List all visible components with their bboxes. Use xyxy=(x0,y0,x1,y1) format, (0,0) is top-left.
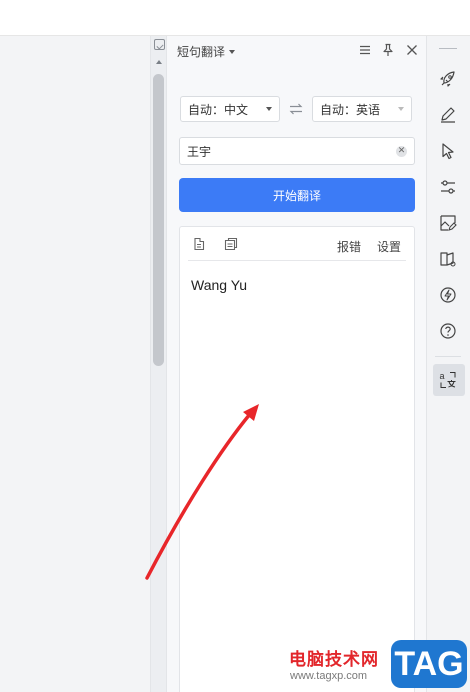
panel-title: 短句翻译 xyxy=(177,45,226,59)
panel-title-dropdown[interactable]: 短句翻译 xyxy=(177,43,236,60)
document-area[interactable] xyxy=(0,36,150,692)
insert-icon[interactable] xyxy=(192,237,206,251)
start-translate-button[interactable]: 开始翻译 xyxy=(179,178,415,212)
top-toolbar xyxy=(0,0,470,36)
target-language-select[interactable]: 自动：英语 xyxy=(312,96,412,122)
result-toolbar: 报错 设置 xyxy=(180,227,414,261)
translate-icon[interactable]: a xyxy=(438,370,458,390)
settings-link[interactable]: 设置 xyxy=(377,238,401,255)
watermark-url: www.tagxp.com xyxy=(290,670,368,682)
chevron-down-icon xyxy=(229,49,236,54)
sidebar-separator xyxy=(435,356,461,357)
translation-result: Wang Yu xyxy=(191,277,248,293)
scroll-up-arrow-icon[interactable] xyxy=(156,60,162,64)
sliders-icon[interactable] xyxy=(438,177,458,197)
pen-icon[interactable] xyxy=(438,105,458,125)
image-edit-icon[interactable] xyxy=(438,213,458,233)
chevron-down-icon xyxy=(266,107,272,111)
sidebar-grip xyxy=(439,48,457,49)
scroll-thumb[interactable] xyxy=(153,74,164,366)
bulb-icon[interactable] xyxy=(438,285,458,305)
swap-language-icon[interactable] xyxy=(288,101,304,117)
menu-icon[interactable] xyxy=(358,43,372,57)
help-icon[interactable] xyxy=(438,321,458,341)
right-sidebar: a xyxy=(426,36,470,692)
watermark-site-name: 电脑技术网 xyxy=(289,650,379,670)
clear-icon[interactable]: ✕ xyxy=(396,146,407,157)
rocket-icon[interactable] xyxy=(438,69,458,89)
scroll-corner-icon[interactable] xyxy=(154,39,165,50)
svg-text:a: a xyxy=(440,371,445,381)
chevron-down-icon xyxy=(398,107,404,111)
result-box: 报错 设置 Wang Yu xyxy=(179,226,415,692)
copy-icon[interactable] xyxy=(224,237,238,251)
pin-icon[interactable] xyxy=(381,43,395,57)
report-error-link[interactable]: 报错 xyxy=(337,238,361,255)
translate-panel: 短句翻译 自动：中文 自动：英语 王宇 ✕ 开始翻译 报错 设置 Wang Yu xyxy=(166,36,426,692)
cursor-icon[interactable] xyxy=(438,141,458,161)
watermark-badge: TAG xyxy=(391,640,467,688)
toolbar-divider xyxy=(188,260,406,261)
source-text-value: 王宇 xyxy=(187,144,212,159)
source-language-value: 自动：中文 xyxy=(188,102,249,117)
book-icon[interactable] xyxy=(438,249,458,269)
close-icon[interactable] xyxy=(405,43,419,57)
source-language-select[interactable]: 自动：中文 xyxy=(180,96,280,122)
vertical-scrollbar[interactable] xyxy=(150,36,166,692)
source-text-input[interactable]: 王宇 ✕ xyxy=(179,137,415,165)
target-language-value: 自动：英语 xyxy=(320,102,381,117)
